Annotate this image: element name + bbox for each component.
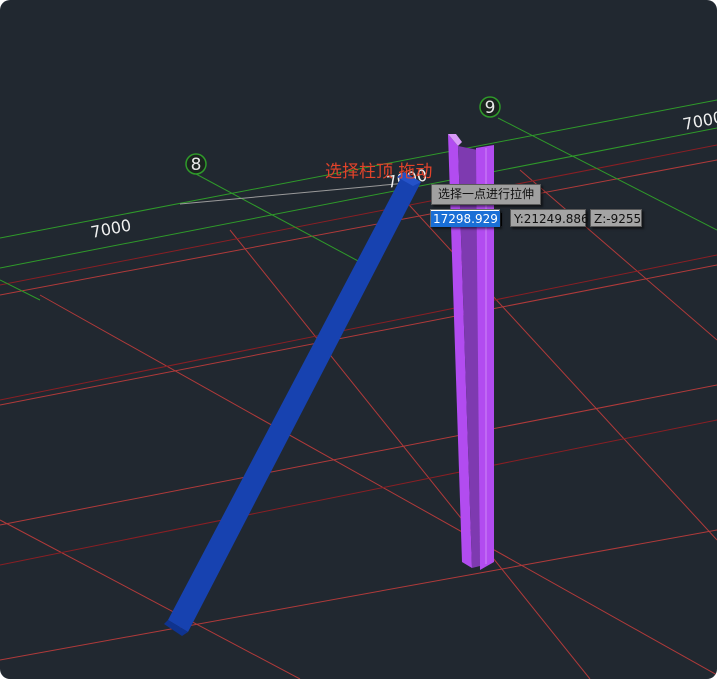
tooltip: 选择一点进行拉伸 bbox=[431, 184, 542, 205]
model-scene[interactable]: 8 9 7000 7000 7000 bbox=[0, 0, 717, 679]
grid-line-red bbox=[0, 519, 301, 679]
axis-line-green bbox=[0, 279, 41, 301]
grid-line-red bbox=[399, 194, 717, 541]
axis-label-8: 8 bbox=[191, 155, 202, 175]
dimension-label: 7000 bbox=[681, 108, 717, 134]
grid-line-red bbox=[0, 384, 717, 526]
inclined-column[interactable] bbox=[164, 172, 421, 636]
grid-line-red bbox=[0, 529, 717, 661]
x-coordinate-value: 17298.929 bbox=[431, 211, 500, 227]
cad-viewport[interactable]: 8 9 7000 7000 7000 选择柱顶 拖动 选择一点进行拉伸 1729… bbox=[0, 0, 717, 679]
z-coordinate-field[interactable]: Z:-9255 bbox=[590, 209, 642, 227]
dark-red-grid-lines bbox=[0, 144, 717, 566]
axis-line-8 bbox=[195, 173, 361, 263]
grid-line-red bbox=[519, 169, 717, 341]
command-prompt-text: 选择柱顶 拖动 bbox=[325, 162, 433, 182]
y-coordinate-field[interactable]: Y:21249.886 bbox=[510, 209, 589, 227]
axis-label-9: 9 bbox=[485, 98, 496, 118]
grid-line-red bbox=[229, 229, 591, 679]
grid-line-darkred bbox=[0, 419, 717, 566]
text-caret bbox=[500, 213, 502, 226]
x-coordinate-input[interactable]: 17298.929 bbox=[430, 209, 502, 227]
inclined-column-body[interactable] bbox=[168, 172, 421, 632]
grid-line-red bbox=[39, 294, 717, 676]
